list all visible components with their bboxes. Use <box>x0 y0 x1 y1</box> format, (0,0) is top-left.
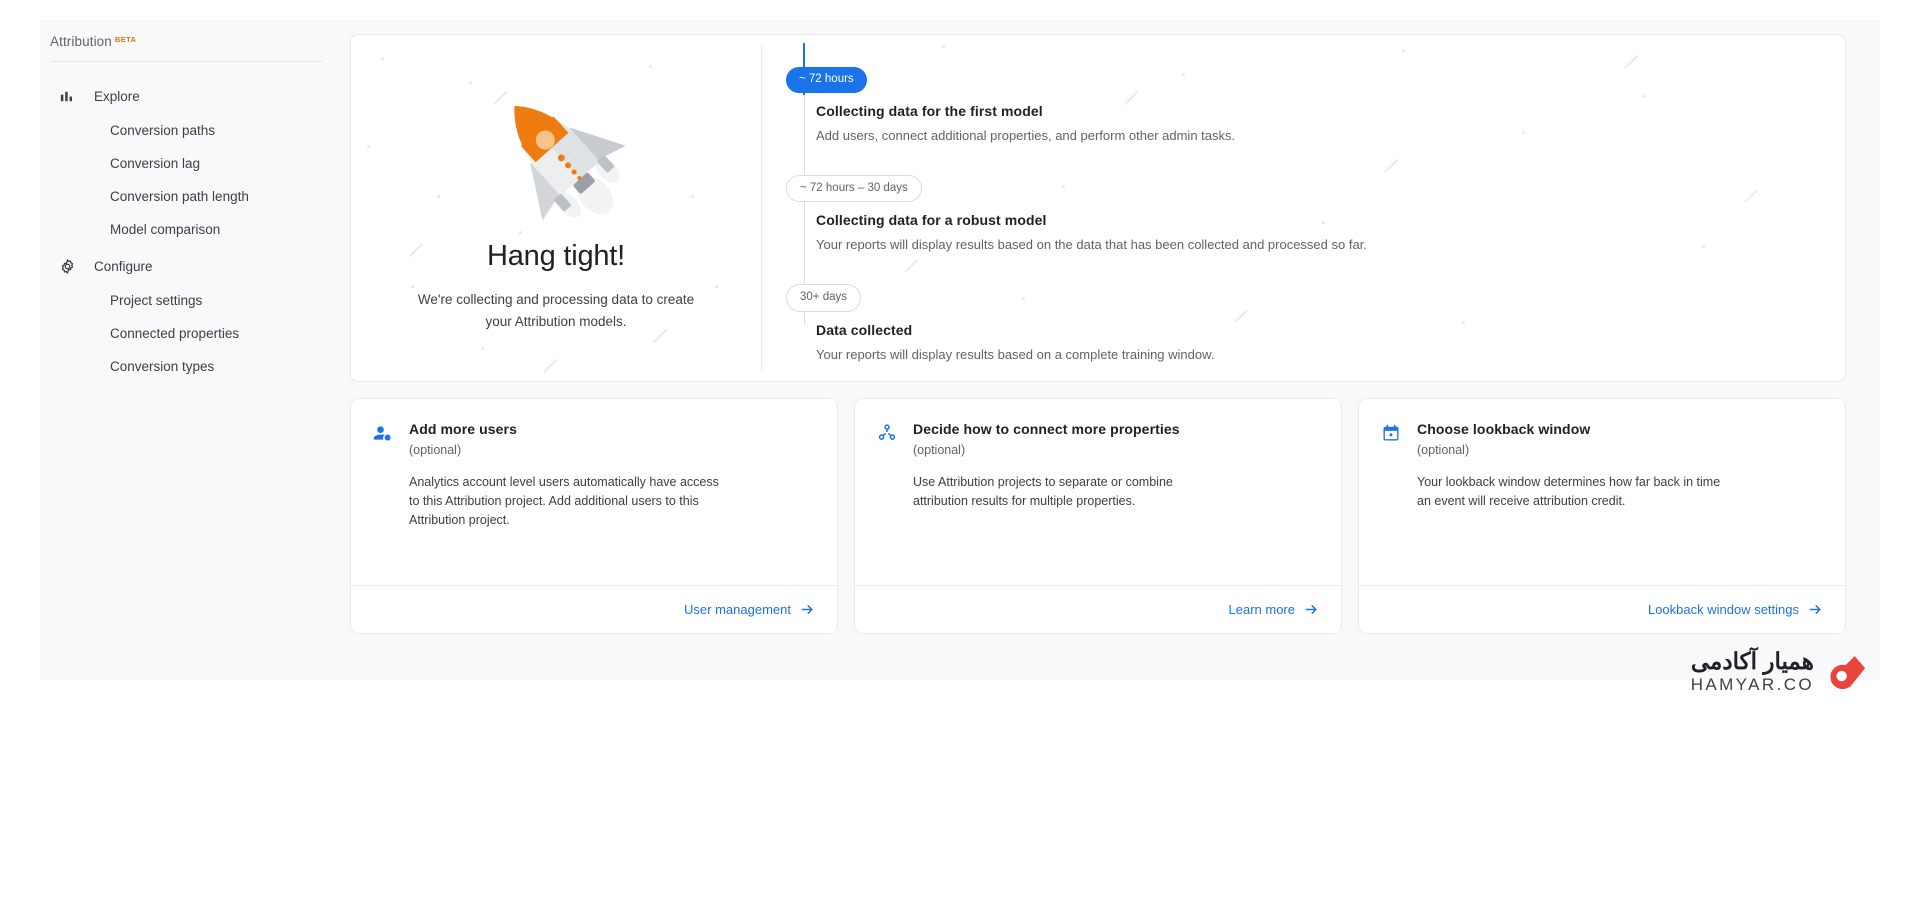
sidebar-item-conversion-paths[interactable]: Conversion paths <box>40 114 340 147</box>
timeline-step-desc: Your reports will display results based … <box>816 346 1215 362</box>
timeline-step-title: Collecting data for a robust model <box>816 212 1047 228</box>
card-description: Use Attribution projects to separate or … <box>913 475 1173 508</box>
timeline-step: 30+ days Data collected Your reports wil… <box>786 284 1805 364</box>
card-footer: User management <box>351 585 837 633</box>
rocket-illustration <box>441 74 671 234</box>
lookback-window-settings-link[interactable]: Lookback window settings <box>1648 602 1823 617</box>
sidebar-item-project-settings[interactable]: Project settings <box>40 284 340 317</box>
nav-group-explore: Explore Conversion paths Conversion lag … <box>40 78 340 246</box>
hero-left: Hang tight! We're collecting and process… <box>351 35 761 381</box>
sidebar-item-conversion-types[interactable]: Conversion types <box>40 350 340 383</box>
card-description: Analytics account level users automatica… <box>409 475 719 527</box>
beta-badge: BETA <box>114 35 137 44</box>
card-connect-properties: Decide how to connect more properties (o… <box>854 398 1342 634</box>
nav-group-configure: Configure Project settings Connected pro… <box>40 248 340 383</box>
onboarding-hero: Hang tight! We're collecting and process… <box>350 34 1846 382</box>
card-description: Your lookback window determines how far … <box>1417 475 1721 508</box>
main-content: Hang tight! We're collecting and process… <box>340 20 1880 680</box>
timeline-pill: ~ 72 hours <box>786 67 867 93</box>
card-header: Add more users (optional) <box>373 421 813 457</box>
arrow-right-icon <box>801 605 813 614</box>
sidebar-item-model-comparison[interactable]: Model comparison <box>40 213 340 246</box>
user-management-link[interactable]: User management <box>684 602 815 617</box>
calendar-icon <box>1381 423 1401 443</box>
hero-title: Hang tight! <box>486 239 626 272</box>
sidebar-item-conversion-lag[interactable]: Conversion lag <box>40 147 340 180</box>
timeline-step-desc: Your reports will display results based … <box>816 237 1367 252</box>
timeline-step: ~ 72 hours Collecting data for the first… <box>786 67 1805 145</box>
timeline-step-desc: Add users, connect additional properties… <box>816 127 1236 143</box>
sidebar-item-label: Configure <box>94 258 153 274</box>
sidebar: Attribution BETA Explore Conversion path… <box>40 20 340 680</box>
timeline-step: ~ 72 hours – 30 days Collecting data for… <box>786 174 1805 255</box>
hub-network-icon <box>877 423 897 443</box>
card-title: Add more users <box>409 421 517 437</box>
card-link-label: User management <box>684 602 791 617</box>
onboarding-timeline: ~ 72 hours Collecting data for the first… <box>762 35 1845 381</box>
card-body: Add more users (optional) Analytics acco… <box>351 399 837 585</box>
card-lookback-window: Choose lookback window (optional) Your l… <box>1358 398 1846 634</box>
sidebar-item-explore[interactable]: Explore <box>40 78 340 114</box>
card-title: Decide how to connect more properties <box>913 421 1180 437</box>
sidebar-item-configure[interactable]: Configure <box>40 248 340 284</box>
timeline-pill: ~ 72 hours – 30 days <box>786 174 922 202</box>
card-optional-label: (optional) <box>913 443 966 457</box>
timeline-step-title: Collecting data for the first model <box>816 102 1043 119</box>
arrow-right-icon <box>1305 605 1317 614</box>
sidebar-item-label: Explore <box>94 88 140 104</box>
card-footer: Lookback window settings <box>1359 585 1845 633</box>
sidebar-divider <box>50 61 322 62</box>
card-link-label: Lookback window settings <box>1647 602 1799 617</box>
card-title: Choose lookback window <box>1417 421 1591 437</box>
timeline-pill: 30+ days <box>786 284 861 312</box>
card-body: Choose lookback window (optional) Your l… <box>1359 399 1845 585</box>
gear-icon <box>58 257 76 275</box>
sidebar-item-connected-properties[interactable]: Connected properties <box>40 317 340 350</box>
card-header: Decide how to connect more properties (o… <box>877 421 1317 457</box>
bar-chart-icon <box>58 87 76 105</box>
card-add-more-users: Add more users (optional) Analytics acco… <box>350 398 838 634</box>
card-body: Decide how to connect more properties (o… <box>855 399 1341 585</box>
card-optional-label: (optional) <box>1417 443 1470 457</box>
card-optional-label: (optional) <box>409 443 462 457</box>
brand: Attribution BETA <box>40 34 340 61</box>
arrow-right-icon <box>1809 605 1821 614</box>
brand-title: Attribution <box>50 34 112 49</box>
card-footer: Learn more <box>855 585 1341 633</box>
task-cards: Add more users (optional) Analytics acco… <box>350 398 1846 634</box>
timeline-step-title: Data collected <box>816 321 913 338</box>
hero-subtitle: We're collecting and processing data to … <box>417 291 695 329</box>
card-header: Choose lookback window (optional) <box>1381 421 1821 457</box>
card-link-label: Learn more <box>1228 602 1295 617</box>
sidebar-item-conversion-path-length[interactable]: Conversion path length <box>40 180 340 213</box>
add-person-icon <box>373 423 393 443</box>
learn-more-link[interactable]: Learn more <box>1229 602 1319 617</box>
attribution-app: Attribution BETA Explore Conversion path… <box>40 20 1880 680</box>
